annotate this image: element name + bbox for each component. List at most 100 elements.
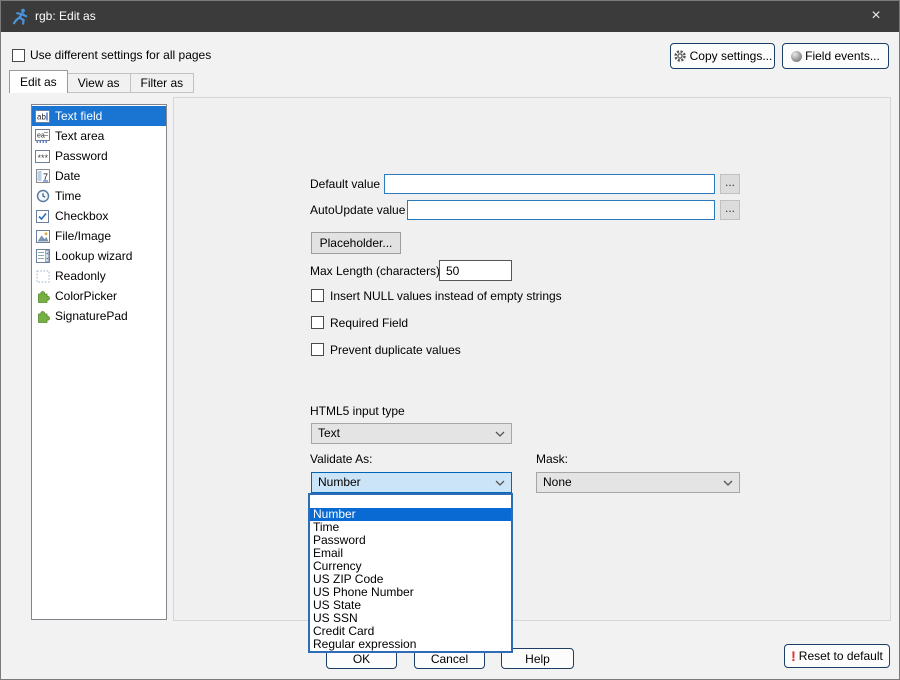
chevron-down-icon [495, 431, 505, 438]
checkbox-icon [35, 209, 50, 223]
tab-edit-as[interactable]: Edit as [9, 70, 68, 93]
reset-to-default-button[interactable]: ! Reset to default [784, 644, 890, 668]
dropdown-option-credit-card[interactable]: Credit Card [310, 625, 511, 638]
prevent-duplicates-checkbox[interactable] [311, 343, 324, 356]
field-type-label: Checkbox [55, 209, 108, 223]
svg-text:ea: ea [37, 133, 45, 140]
field-type-label: Text area [55, 129, 104, 143]
field-type-label: File/Image [55, 229, 111, 243]
validate-as-select[interactable]: Number [311, 472, 512, 493]
validate-as-label: Validate As: [310, 453, 372, 466]
field-type-label: Date [55, 169, 80, 183]
calendar-icon: 7 [35, 169, 50, 183]
mask-label: Mask: [536, 453, 568, 466]
validate-as-dropdown-list: Number Time Password Email Currency US Z… [308, 493, 513, 653]
max-length-label: Max Length (characters): [310, 265, 443, 278]
dropdown-option-us-state[interactable]: US State [310, 599, 511, 612]
chevron-down-icon [495, 480, 505, 487]
warning-exclamation-icon: ! [791, 649, 796, 663]
field-type-readonly[interactable]: Readonly [32, 266, 166, 286]
help-label: Help [525, 652, 550, 666]
field-type-lookup-wizard[interactable]: Lookup wizard [32, 246, 166, 266]
puzzle-icon [35, 309, 50, 323]
placeholder-button[interactable]: Placeholder... [311, 232, 401, 254]
use-different-settings-checkbox[interactable] [12, 49, 25, 62]
field-type-text-area[interactable]: ea Text area [32, 126, 166, 146]
text-field-icon: ab [35, 109, 50, 123]
dropdown-option-blank[interactable] [310, 495, 511, 508]
html5-input-type-value: Text [318, 426, 340, 440]
field-type-checkbox[interactable]: Checkbox [32, 206, 166, 226]
dropdown-option-regular-expression[interactable]: Regular expression [310, 638, 511, 651]
ok-label: OK [353, 652, 370, 666]
html5-input-type-label: HTML5 input type [310, 405, 405, 418]
field-type-label: Lookup wizard [55, 249, 132, 263]
autoupdate-value-input[interactable] [407, 200, 715, 220]
copy-settings-button[interactable]: Copy settings... [670, 43, 775, 69]
tab-view-as[interactable]: View as [67, 73, 131, 93]
title-bar: rgb: Edit as × [1, 1, 899, 32]
text-area-icon: ea [35, 129, 50, 143]
cancel-label: Cancel [431, 652, 468, 666]
prevent-duplicates-label: Prevent duplicate values [330, 344, 461, 357]
app-runner-icon [11, 7, 30, 26]
field-type-text-field[interactable]: ab Text field [32, 106, 166, 126]
required-field-checkbox[interactable] [311, 316, 324, 329]
validate-as-value: Number [318, 475, 361, 489]
readonly-dashed-box-icon [35, 269, 50, 283]
dropdown-option-time[interactable]: Time [310, 521, 511, 534]
autoupdate-value-label: AutoUpdate value [310, 204, 405, 217]
lookup-list-icon [35, 249, 50, 263]
svg-text:***: *** [38, 153, 49, 163]
gear-icon [673, 49, 687, 63]
field-type-label: SignaturePad [55, 309, 128, 323]
dialog-window: rgb: Edit as × Use different settings fo… [0, 0, 900, 680]
default-value-input[interactable] [384, 174, 715, 194]
field-type-file-image[interactable]: File/Image [32, 226, 166, 246]
insert-null-label: Insert NULL values instead of empty stri… [330, 290, 562, 303]
use-different-settings-label: Use different settings for all pages [30, 49, 211, 62]
field-type-time[interactable]: Time [32, 186, 166, 206]
dropdown-option-us-ssn[interactable]: US SSN [310, 612, 511, 625]
default-value-label: Default value [310, 178, 380, 191]
field-type-list: ab Text field ea Text area *** Password … [31, 104, 167, 620]
field-type-password[interactable]: *** Password [32, 146, 166, 166]
copy-settings-label: Copy settings... [690, 49, 773, 63]
puzzle-icon [35, 289, 50, 303]
mask-value: None [543, 475, 572, 489]
required-field-label: Required Field [330, 317, 408, 330]
field-type-signaturepad[interactable]: SignaturePad [32, 306, 166, 326]
field-events-label: Field events... [805, 49, 880, 63]
image-icon [35, 229, 50, 243]
reset-to-default-label: Reset to default [799, 649, 883, 663]
field-type-label: Password [55, 149, 108, 163]
dropdown-option-email[interactable]: Email [310, 547, 511, 560]
dropdown-option-number[interactable]: Number [310, 508, 511, 521]
clock-icon [35, 189, 50, 203]
field-type-label: ColorPicker [55, 289, 117, 303]
autoupdate-value-browse-button[interactable]: ... [720, 200, 740, 220]
field-type-label: Text field [55, 109, 102, 123]
window-title: rgb: Edit as [35, 1, 96, 32]
svg-text:ab: ab [37, 112, 46, 121]
field-type-date[interactable]: 7 Date [32, 166, 166, 186]
html5-input-type-select[interactable]: Text [311, 423, 512, 444]
tab-strip: Edit as View as Filter as [9, 70, 194, 93]
field-type-label: Readonly [55, 269, 106, 283]
sphere-icon [791, 51, 802, 62]
max-length-input[interactable] [439, 260, 512, 281]
mask-select[interactable]: None [536, 472, 740, 493]
insert-null-checkbox[interactable] [311, 289, 324, 302]
chevron-down-icon [723, 480, 733, 487]
tab-filter-as[interactable]: Filter as [130, 73, 195, 93]
password-icon: *** [35, 149, 50, 163]
dropdown-option-us-zip-code[interactable]: US ZIP Code [310, 573, 511, 586]
field-events-button[interactable]: Field events... [782, 43, 889, 69]
dropdown-option-password[interactable]: Password [310, 534, 511, 547]
default-value-browse-button[interactable]: ... [720, 174, 740, 194]
field-type-label: Time [55, 189, 81, 203]
field-type-colorpicker[interactable]: ColorPicker [32, 286, 166, 306]
dropdown-option-currency[interactable]: Currency [310, 560, 511, 573]
dropdown-option-us-phone-number[interactable]: US Phone Number [310, 586, 511, 599]
close-icon[interactable]: × [853, 1, 899, 32]
